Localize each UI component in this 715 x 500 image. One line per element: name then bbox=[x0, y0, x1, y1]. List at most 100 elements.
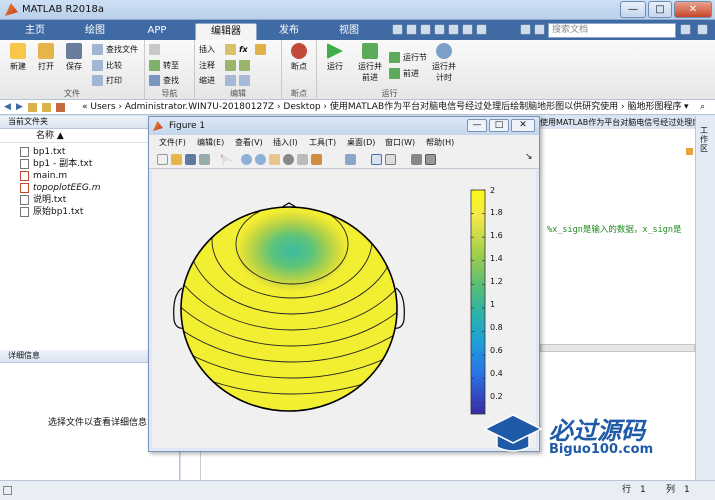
run-and-time-button[interactable]: 运行并 计时 bbox=[428, 43, 460, 83]
run-and-advance-button[interactable]: 运行并 前进 bbox=[353, 43, 387, 83]
colorbar-tick-label: 1.4 bbox=[490, 254, 503, 263]
figure-logo-icon bbox=[153, 121, 163, 131]
run-section-button[interactable]: 运行节 bbox=[389, 51, 427, 64]
advance-button[interactable]: 前进 bbox=[389, 67, 419, 80]
path-dropdown-icon[interactable]: ▾ bbox=[684, 100, 689, 114]
zoom-out-icon[interactable] bbox=[255, 154, 266, 165]
goto-button[interactable]: 转至 bbox=[149, 59, 179, 72]
insert-icon bbox=[225, 44, 236, 55]
comment-icon-button[interactable] bbox=[225, 59, 239, 72]
up-folder-icon[interactable] bbox=[28, 103, 37, 112]
file-item[interactable]: 原始bp1.txt bbox=[20, 206, 83, 218]
current-path[interactable]: « Users › Administrator.WIN7U-20180127Z … bbox=[82, 100, 681, 114]
browse-folder-icon[interactable] bbox=[42, 103, 51, 112]
minimize-button[interactable]: — bbox=[620, 1, 646, 18]
figure-close-button[interactable]: ✕ bbox=[511, 119, 535, 132]
paste-icon[interactable] bbox=[434, 24, 445, 35]
search-icon[interactable] bbox=[680, 24, 691, 35]
tab-apps[interactable]: APP bbox=[134, 23, 180, 40]
name-column-header[interactable]: 名称 ▲ bbox=[36, 129, 64, 143]
compare-button[interactable]: 比较 bbox=[92, 59, 122, 72]
link-plot-icon[interactable] bbox=[345, 154, 356, 165]
figure-maximize-button[interactable]: □ bbox=[489, 119, 509, 132]
back-forward-button[interactable] bbox=[149, 43, 163, 56]
menu-view[interactable]: 查看(V) bbox=[235, 135, 263, 151]
insert-button[interactable]: 插入 bbox=[199, 43, 215, 56]
brush-icon[interactable] bbox=[311, 154, 322, 165]
horizontal-scrollbar[interactable] bbox=[540, 344, 695, 352]
workspace-label[interactable]: 工作区 bbox=[700, 126, 712, 153]
m-file-icon bbox=[20, 171, 29, 181]
editor-tab[interactable]: 使用MATLAB作为平台对脑电信号经过处理后绘制脑地形图... bbox=[536, 116, 695, 129]
copy-icon[interactable] bbox=[420, 24, 431, 35]
print-button[interactable]: 打印 bbox=[92, 74, 122, 87]
bell-icon[interactable] bbox=[697, 24, 708, 35]
show-tools-icon[interactable] bbox=[425, 154, 436, 165]
print-figure-icon[interactable] bbox=[199, 154, 210, 165]
colorbar[interactable] bbox=[470, 189, 486, 415]
forward-arrow-icon[interactable]: ▶ bbox=[16, 100, 23, 114]
maximize-button[interactable]: □ bbox=[648, 1, 672, 18]
back-arrow-icon[interactable]: ◀ bbox=[4, 100, 11, 114]
open-button[interactable]: 打开 bbox=[32, 43, 60, 72]
find-button[interactable]: 查找 bbox=[149, 74, 179, 87]
tab-publish[interactable]: 发布 bbox=[264, 23, 314, 40]
menu-file[interactable]: 文件(F) bbox=[159, 135, 186, 151]
file-item[interactable]: bp1.txt bbox=[20, 146, 65, 158]
new-button[interactable]: 新建 bbox=[4, 43, 32, 72]
search-input[interactable]: 搜索文档 bbox=[548, 23, 676, 38]
data-cursor-icon[interactable] bbox=[297, 154, 308, 165]
uncomment-button[interactable] bbox=[239, 59, 253, 72]
save-quick-icon[interactable] bbox=[392, 24, 403, 35]
indent-button[interactable]: 缩进 bbox=[199, 74, 215, 87]
legend-toggle-icon[interactable] bbox=[385, 154, 396, 165]
dropdown-icon[interactable] bbox=[534, 24, 545, 35]
ribbon-toolbar: 新建 打开 保存 查找文件 比较 打印 文件 转至 查找 导航 插入 注释 缩进… bbox=[0, 40, 715, 100]
menu-tools[interactable]: 工具(T) bbox=[309, 135, 336, 151]
colorbar-tick-label: 1.8 bbox=[490, 208, 503, 217]
tab-editor[interactable]: 编辑器 bbox=[195, 23, 257, 40]
dock-arrow-icon[interactable]: ↘ bbox=[525, 152, 533, 162]
menu-insert[interactable]: 插入(I) bbox=[273, 135, 298, 151]
comment-button[interactable]: 注释 bbox=[199, 59, 215, 72]
close-button[interactable]: ✕ bbox=[674, 1, 712, 18]
fx-button[interactable]: fx bbox=[239, 43, 253, 56]
run-button[interactable]: 运行 bbox=[321, 43, 349, 72]
insert-icon-button[interactable] bbox=[225, 43, 239, 56]
find-files-button[interactable]: 查找文件 bbox=[92, 43, 138, 56]
file-item[interactable]: main.m bbox=[20, 170, 67, 182]
insert-section-button[interactable] bbox=[255, 43, 269, 56]
menu-window[interactable]: 窗口(W) bbox=[385, 135, 415, 151]
pan-icon[interactable] bbox=[269, 154, 280, 165]
file-item[interactable]: topoplotEEG.m bbox=[20, 182, 100, 194]
switch-windows-icon[interactable] bbox=[476, 24, 487, 35]
new-figure-icon[interactable] bbox=[157, 154, 168, 165]
tab-plots[interactable]: 绘图 bbox=[72, 23, 118, 40]
pointer-icon[interactable] bbox=[221, 154, 232, 165]
undo-icon[interactable] bbox=[448, 24, 459, 35]
cut-icon[interactable] bbox=[406, 24, 417, 35]
breakpoint-button[interactable]: 断点 bbox=[285, 43, 313, 72]
hide-tools-icon[interactable] bbox=[411, 154, 422, 165]
save-button[interactable]: 保存 bbox=[60, 43, 88, 72]
menu-edit[interactable]: 编辑(E) bbox=[197, 135, 224, 151]
open-file-icon[interactable] bbox=[171, 154, 182, 165]
help-icon[interactable] bbox=[520, 24, 531, 35]
figure-minimize-button[interactable]: — bbox=[467, 119, 487, 132]
folder-icon[interactable] bbox=[56, 103, 65, 112]
menu-desktop[interactable]: 桌面(D) bbox=[347, 135, 375, 151]
indent-icon-button[interactable] bbox=[225, 74, 239, 87]
file-item[interactable]: bp1 - 副本.txt bbox=[20, 158, 92, 170]
tab-view[interactable]: 视图 bbox=[326, 23, 372, 40]
file-item[interactable]: 说明.txt bbox=[20, 194, 66, 206]
menu-help[interactable]: 帮助(H) bbox=[426, 135, 454, 151]
redo-icon[interactable] bbox=[462, 24, 473, 35]
save-figure-icon[interactable] bbox=[185, 154, 196, 165]
search-path-icon[interactable]: ⌕ bbox=[700, 100, 705, 114]
rotate-icon[interactable] bbox=[283, 154, 294, 165]
code-comment-line[interactable]: %x_sign是输入的数据，x_sign是 bbox=[547, 223, 695, 235]
colorbar-toggle-icon[interactable] bbox=[371, 154, 382, 165]
zoom-in-icon[interactable] bbox=[241, 154, 252, 165]
outdent-button[interactable] bbox=[239, 74, 253, 87]
tab-home[interactable]: 主页 bbox=[12, 23, 58, 40]
